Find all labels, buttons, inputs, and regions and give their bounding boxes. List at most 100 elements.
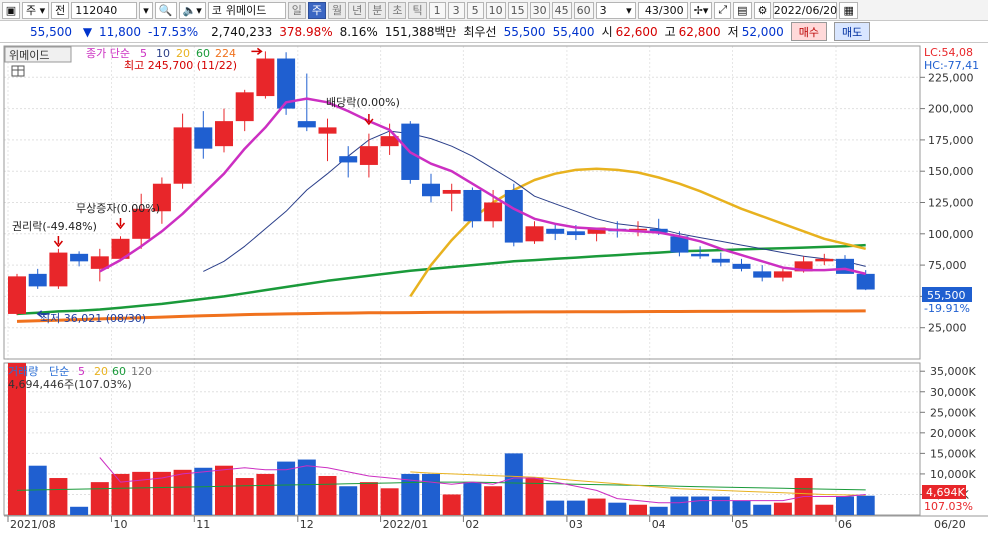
interval-45[interactable]: 45 bbox=[551, 1, 572, 19]
interval-1[interactable]: 1 bbox=[428, 1, 446, 19]
high-value: 62,800 bbox=[678, 24, 721, 39]
buy-button[interactable]: 매수 bbox=[790, 22, 827, 41]
volume-bar bbox=[608, 502, 627, 515]
tab-period-second[interactable]: 초 bbox=[388, 1, 407, 19]
count-select[interactable]: 3 ▾ bbox=[595, 1, 636, 19]
time-last-label: 06/20 bbox=[934, 518, 966, 531]
current-volume-label: 4,694K bbox=[926, 486, 965, 499]
candle-body bbox=[8, 276, 26, 314]
volume-bar bbox=[546, 500, 565, 515]
tab-period-year[interactable]: 년 bbox=[348, 1, 367, 19]
time-tick-label: 11 bbox=[196, 518, 210, 531]
low-label: 저 bbox=[727, 25, 739, 39]
candle-body bbox=[691, 253, 710, 257]
candle-body bbox=[422, 183, 440, 197]
volume-tick-label: 10,000K bbox=[930, 468, 976, 481]
candle-body bbox=[49, 252, 68, 287]
interval-10[interactable]: 10 bbox=[485, 1, 506, 19]
code-input[interactable]: 112040 bbox=[71, 1, 138, 19]
speaker-icon[interactable]: 🔈▾ bbox=[178, 1, 206, 19]
best-sell: 55,500 bbox=[503, 24, 546, 39]
tab-period-month[interactable]: 월 bbox=[327, 1, 347, 19]
code-value: 112040 bbox=[75, 3, 118, 17]
search-icon[interactable]: 🔍 bbox=[154, 1, 177, 19]
vol-max-annotation: 4,694,446주(107.03%) bbox=[8, 378, 132, 391]
tab-period-tick[interactable]: 틱 bbox=[408, 1, 427, 19]
time-tick-label: 04 bbox=[652, 518, 666, 531]
save-icon[interactable]: ▤ bbox=[733, 1, 752, 19]
market-select[interactable]: 주 ▾ bbox=[22, 1, 50, 19]
quote-bar: 55,500 ▼ 11,800 -17.53% 2,740,233 378.98… bbox=[0, 21, 988, 43]
calendar-icon[interactable]: ▦ bbox=[839, 1, 858, 19]
price-tick-label: 150,000 bbox=[928, 165, 974, 178]
date-value: 2022/06/20 bbox=[773, 3, 838, 17]
candle-body bbox=[856, 273, 875, 290]
stock-chart[interactable]: 225,000 200,000 175,000 150,000 125,000 100,0… bbox=[0, 44, 988, 538]
price-tick-label: 125,000 bbox=[928, 197, 974, 210]
candle-body bbox=[235, 92, 254, 122]
volume-bar bbox=[49, 478, 68, 515]
code-dropdown-icon[interactable]: ▾ bbox=[139, 1, 153, 19]
low-annotation: 최저 36,021 (08/30) bbox=[40, 312, 146, 325]
volume-bar bbox=[649, 506, 668, 515]
volume-value: 2,740,233 bbox=[211, 24, 273, 39]
volume-bar bbox=[836, 496, 854, 515]
interval-60[interactable]: 60 bbox=[573, 1, 594, 19]
change-rate: -17.53% bbox=[148, 24, 199, 39]
volume-rate: 378.98% bbox=[279, 24, 333, 39]
interval-15[interactable]: 15 bbox=[507, 1, 528, 19]
event-rights-annotation: 권리락(-49.48%) bbox=[12, 220, 97, 233]
candle-body bbox=[173, 127, 192, 184]
prefix-button[interactable]: 전 bbox=[51, 1, 70, 19]
price-tick-label: 25,000 bbox=[928, 322, 967, 335]
crosshair-icon[interactable]: ✢▾ bbox=[689, 1, 713, 19]
interval-30[interactable]: 30 bbox=[529, 1, 550, 19]
volume-bar bbox=[856, 495, 875, 515]
price-tick-label: 175,000 bbox=[928, 134, 974, 147]
low-value: 52,000 bbox=[741, 24, 784, 39]
tab-period-day[interactable]: 일 bbox=[287, 1, 306, 19]
candle-body bbox=[504, 189, 523, 243]
tab-period-week[interactable]: 주 bbox=[307, 1, 326, 19]
volume-tick-label: 25,000K bbox=[930, 406, 976, 419]
volume-bar bbox=[504, 453, 523, 515]
position-field[interactable]: 43/300 bbox=[637, 1, 688, 19]
stock-name-field[interactable]: 코 위메이드 bbox=[207, 1, 286, 19]
candle-body bbox=[256, 58, 275, 97]
volume-bar bbox=[256, 473, 275, 515]
interval-3[interactable]: 3 bbox=[447, 1, 465, 19]
layout-icon[interactable]: ▣ bbox=[2, 1, 20, 19]
volume-bar bbox=[691, 496, 710, 515]
vol-legend-volume: 거래량 bbox=[8, 365, 38, 378]
candle-body bbox=[546, 228, 565, 234]
volume-bar bbox=[732, 500, 751, 515]
current-pct-label: -19.91% bbox=[924, 302, 970, 315]
time-tick-label: 03 bbox=[569, 518, 583, 531]
volume-bar bbox=[442, 494, 461, 515]
price-tick-label: 100,000 bbox=[928, 228, 974, 241]
volume-bar bbox=[318, 475, 337, 515]
date-field[interactable]: 2022/06/20 bbox=[773, 1, 838, 19]
candle-body bbox=[732, 263, 751, 269]
time-tick-label: 2022/01 bbox=[383, 518, 429, 531]
interval-5[interactable]: 5 bbox=[466, 1, 484, 19]
volume-tick-label: 15,000K bbox=[930, 447, 976, 460]
candle-body bbox=[566, 231, 585, 236]
candle-body bbox=[463, 189, 482, 222]
volume-bar bbox=[339, 486, 358, 515]
tab-period-minute[interactable]: 분 bbox=[368, 1, 387, 19]
volume-bar bbox=[215, 465, 233, 515]
candle-body bbox=[70, 253, 89, 262]
sell-button[interactable]: 매도 bbox=[833, 22, 871, 41]
volume-bar bbox=[463, 482, 482, 515]
candle-body bbox=[815, 258, 834, 262]
settings-gear-icon[interactable]: ⚙ bbox=[753, 1, 772, 19]
volume-bar bbox=[815, 504, 834, 515]
draw-tool-icon[interactable]: ⤢ bbox=[714, 1, 732, 19]
volume-bar bbox=[132, 471, 151, 515]
time-tick-label: 05 bbox=[735, 518, 749, 531]
volume-bar bbox=[566, 500, 585, 515]
candle-body bbox=[339, 156, 358, 163]
candle-body bbox=[711, 258, 730, 263]
high-annotation: 최고 245,700 (11/22) bbox=[124, 59, 237, 72]
